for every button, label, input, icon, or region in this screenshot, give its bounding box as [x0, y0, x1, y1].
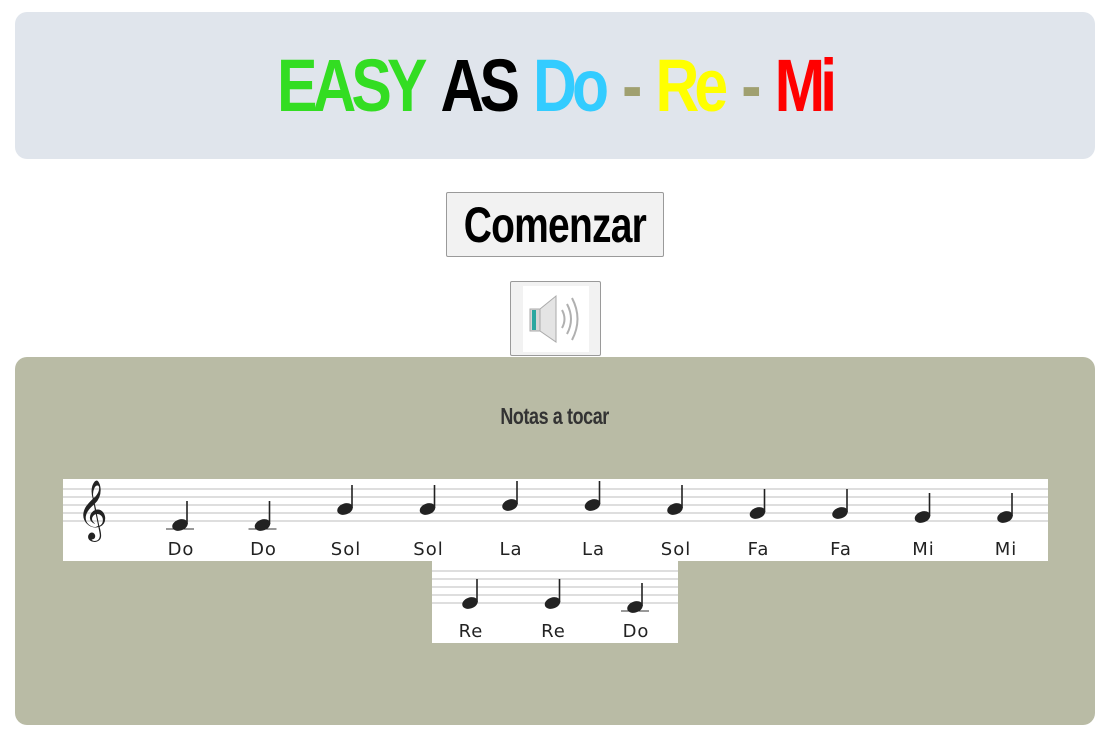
note-label: Do [622, 621, 650, 642]
music-staff-row-2: Re Re Do [432, 561, 678, 643]
note-label: La [499, 539, 523, 560]
start-button-label: Comenzar [463, 196, 647, 253]
title-word-mi: Mi [775, 43, 838, 127]
note-7 [667, 485, 683, 515]
page-title: EASY AS Do - Re - Mi [277, 43, 838, 127]
music-staff-row-1: 𝄞 Do Do Sol Sol La La Sol Fa Fa Mi Mi [63, 479, 1048, 561]
note-2 [248, 501, 277, 531]
note-label: La [581, 539, 606, 560]
note-label: Mi [912, 539, 935, 560]
note-label: Mi [994, 539, 1018, 560]
note-4 [419, 485, 436, 515]
note-label: Do [167, 539, 195, 560]
title-word-as: AS [440, 43, 520, 127]
notes-panel-title-text: Notas a tocar [500, 403, 610, 429]
svg-text:𝄞: 𝄞 [77, 480, 108, 542]
note-label: Fa [747, 539, 770, 560]
title-word-do: Do [533, 43, 609, 127]
note-1 [166, 501, 194, 531]
note-label: Sol [330, 539, 362, 560]
note-3 [337, 485, 353, 515]
speaker-icon [522, 285, 589, 352]
title-dash-2: - [741, 43, 762, 127]
note-label: Fa [830, 539, 852, 560]
header-banner: EASY AS Do - Re - Mi [15, 12, 1095, 159]
note-label: Do [250, 539, 277, 560]
sound-button[interactable] [510, 281, 601, 356]
staff-1-svg: 𝄞 [63, 480, 1048, 542]
notes-panel-title: Notas a tocar [15, 403, 1095, 430]
note-label: Sol [413, 539, 444, 560]
note-11 [997, 493, 1013, 523]
note-label: Re [458, 621, 484, 642]
treble-clef-icon: 𝄞 [77, 480, 108, 542]
title-dash-1: - [622, 43, 643, 127]
title-word-re: Re [655, 43, 729, 127]
title-word-easy: EASY [277, 43, 427, 127]
note-label: Sol [660, 539, 692, 560]
note-10 [914, 493, 931, 523]
start-button[interactable]: Comenzar [446, 192, 664, 257]
note-3 [621, 583, 649, 613]
note-label: Re [541, 621, 566, 642]
